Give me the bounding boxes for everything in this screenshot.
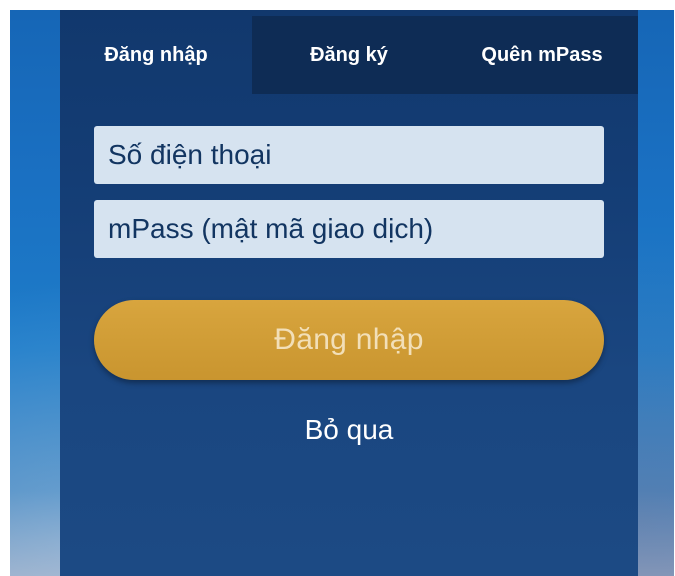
phone-number-input[interactable] [94,126,604,184]
mpass-input[interactable] [94,200,604,258]
login-button[interactable]: Đăng nhập [94,300,604,380]
tab-forgot-mpass[interactable]: Quên mPass [446,16,638,94]
tab-login[interactable]: Đăng nhập [60,16,252,94]
skip-link[interactable]: Bỏ qua [60,408,638,452]
login-panel: Đăng nhập Đăng ký Quên mPass Đăng nhập B… [60,10,638,576]
app-screen: Đăng nhập Đăng ký Quên mPass Đăng nhập B… [10,10,674,576]
tab-register[interactable]: Đăng ký [252,16,446,94]
auth-tabs: Đăng nhập Đăng ký Quên mPass [60,16,638,94]
